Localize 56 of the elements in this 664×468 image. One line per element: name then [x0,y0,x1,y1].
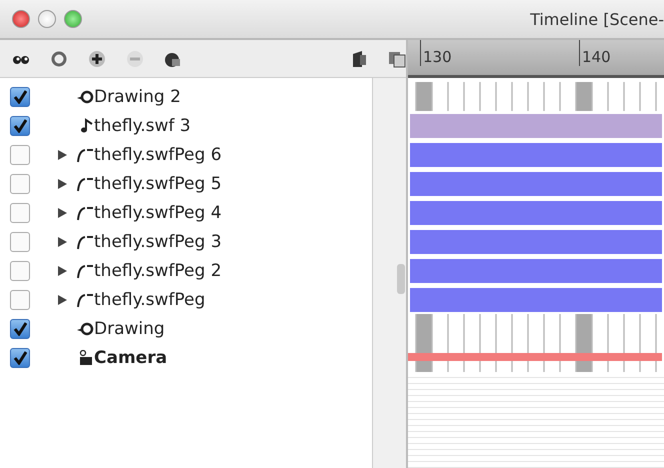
disclosure-triangle-icon[interactable] [56,294,68,306]
remove-icon[interactable] [126,50,144,68]
checkbox[interactable] [10,174,30,194]
peg-icon [76,262,94,278]
layer-name[interactable]: thefly.swfPeg 6 [94,144,222,164]
zoom-button[interactable] [64,10,82,28]
brush-icon [76,88,94,104]
disclosure-triangle-icon[interactable] [56,264,68,276]
checkbox[interactable] [10,290,30,310]
frame-number: 130 [420,40,459,66]
disclosure-triangle-icon[interactable] [56,178,68,190]
peg-icon [76,292,94,308]
layer-name[interactable]: Drawing [94,318,165,338]
layer-name[interactable]: thefly.swf 3 [94,116,191,136]
checkbox[interactable] [10,260,30,280]
checkbox[interactable] [10,232,30,252]
peg-icon [76,146,94,162]
track-bar[interactable] [410,143,662,167]
track-bar[interactable] [410,230,662,254]
track-bar[interactable] [410,201,662,225]
splitter-handle[interactable] [397,264,405,294]
frame-ruler[interactable]: 130 140 [408,40,664,78]
minimize-button[interactable] [38,10,56,28]
layer-name[interactable]: thefly.swfPeg 5 [94,174,222,194]
checkbox[interactable] [10,86,30,106]
camera-icon [78,350,94,366]
peg-icon [76,204,94,220]
checkbox[interactable] [10,202,30,222]
layer-name[interactable]: Camera [94,348,168,368]
track-bar[interactable] [408,353,662,361]
disclosure-triangle-icon[interactable] [56,236,68,248]
track-bar[interactable] [410,172,662,196]
peg-icon [76,234,94,250]
layer-name[interactable]: thefly.swfPeg 3 [94,232,222,252]
track-bar[interactable] [410,288,662,312]
track-bar[interactable] [410,114,662,138]
layer-name[interactable]: Drawing 2 [94,86,181,106]
layer-name[interactable]: thefly.swfPeg [94,290,206,310]
close-button[interactable] [12,10,30,28]
circle-icon[interactable] [50,50,68,68]
disclosure-triangle-icon[interactable] [56,206,68,218]
layer-name[interactable]: thefly.swfPeg 4 [94,202,222,222]
checkbox[interactable] [10,144,30,164]
window-title: Timeline [Scene- [530,10,664,28]
brush-icon [76,320,94,336]
music-note-icon [80,118,94,134]
pages-icon[interactable] [388,50,406,68]
checkbox[interactable] [10,348,30,368]
peg-icon [76,176,94,192]
track-bar[interactable] [410,259,662,283]
frame-number: 140 [579,40,618,66]
layer-name[interactable]: thefly.swfPeg 2 [94,260,222,280]
add-icon[interactable] [88,50,106,68]
disclosure-triangle-icon[interactable] [56,148,68,160]
checkbox[interactable] [10,116,30,136]
checkbox[interactable] [10,318,30,338]
